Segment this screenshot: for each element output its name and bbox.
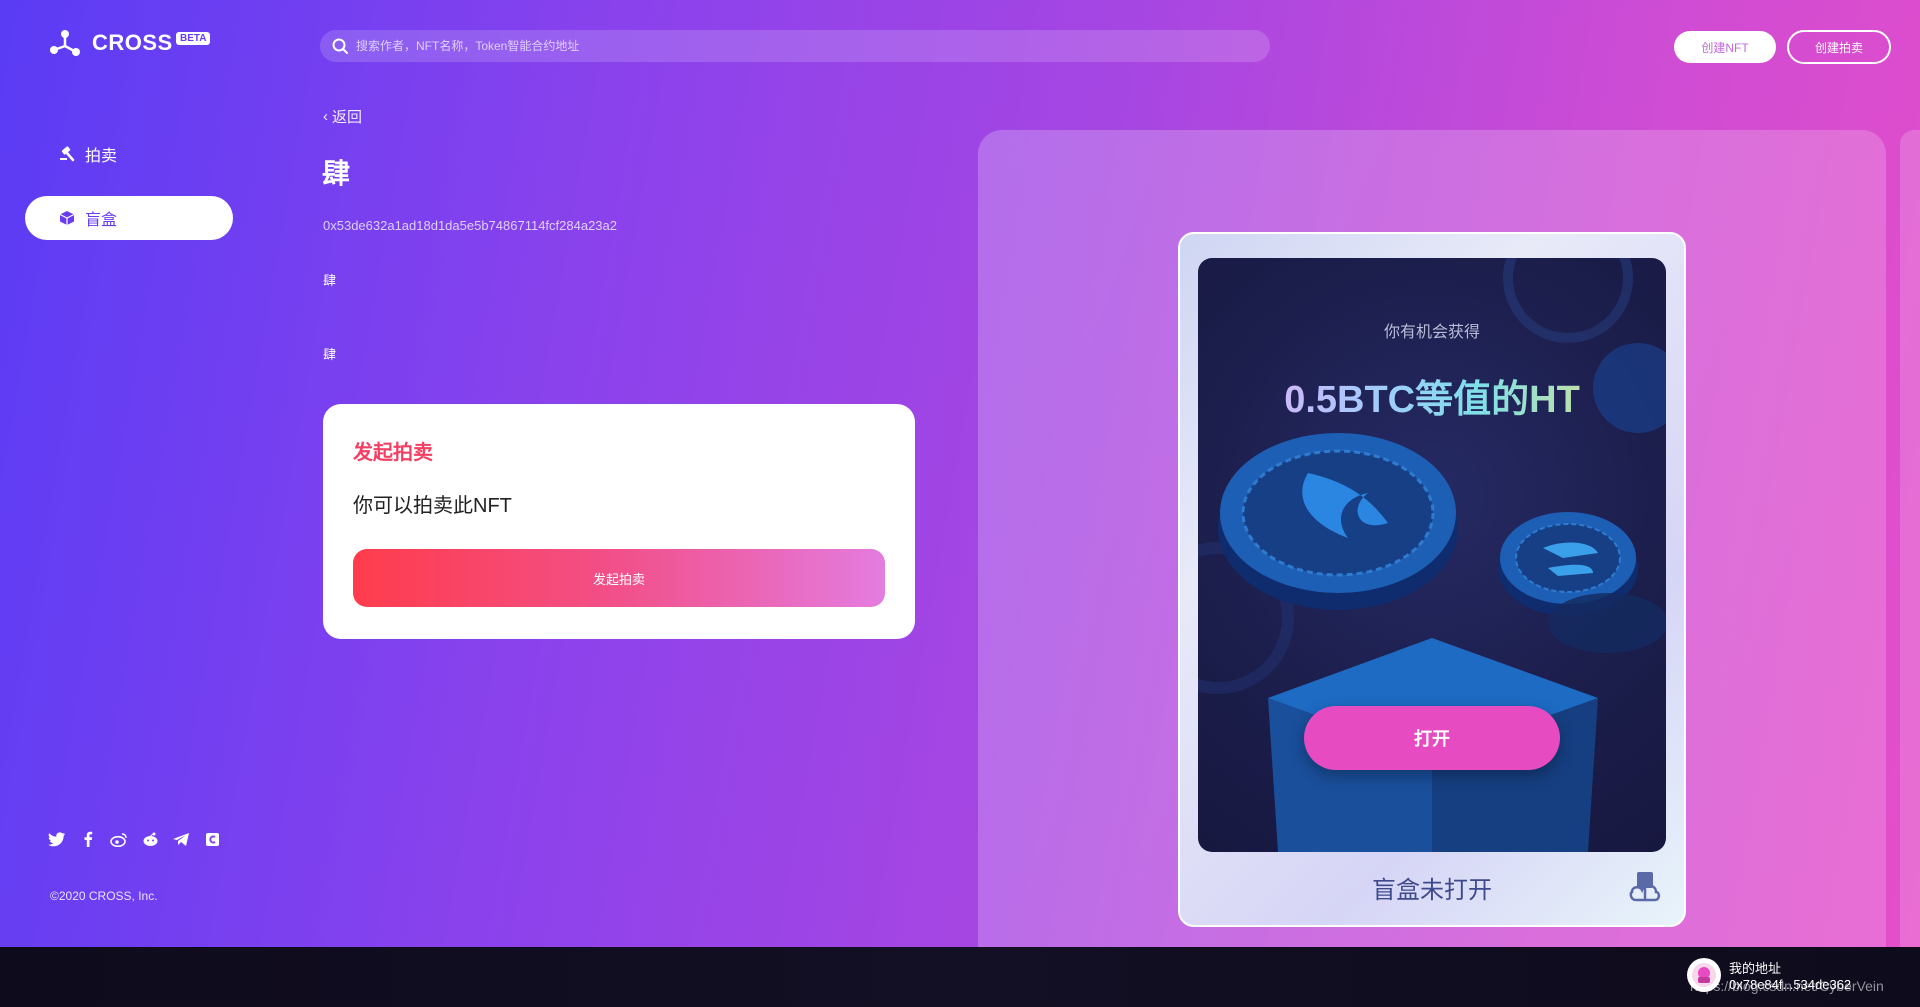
nft-field: 肆 [323,347,337,362]
back-link[interactable]: ‹ 返回 [323,106,362,127]
coinmarket-icon[interactable] [203,830,221,848]
start-auction-button[interactable]: 发起拍卖 [353,549,885,607]
box-status-text: 盲盒未打开 [1372,877,1492,904]
reddit-icon[interactable] [141,830,159,848]
start-auction-card: 发起拍卖 你可以拍卖此NFT 发起拍卖 [323,404,915,639]
chevron-left-icon: ‹ [323,108,328,125]
social-links [48,830,221,848]
telegram-icon[interactable] [172,830,190,848]
wallet-address: 0x78e84f...534de362 [1729,977,1852,992]
cross-logo-icon [50,30,80,56]
open-box-button[interactable]: 打开 [1304,706,1560,770]
avatar-icon [1692,963,1716,987]
prize-text: 0.5BTC等值的HT [1198,368,1666,423]
create-nft-button[interactable]: 创建NFT [1674,31,1776,63]
brand-name: CROSS [92,30,173,55]
nft-title: 肆 [322,158,351,189]
wallet-label: 我的地址 [1729,961,1782,976]
panel-edge [1900,130,1920,1007]
sidebar-item-label: 拍卖 [85,148,118,165]
footer-bar [0,947,1920,1007]
blind-box-card: 你有机会获得 0.5BTC等值的HT 打开 盲盒未打开 [1178,232,1686,927]
gavel-icon [60,146,75,162]
weibo-icon[interactable] [110,830,128,848]
twitter-icon[interactable] [48,830,66,848]
blind-box-artwork: 你有机会获得 0.5BTC等值的HT 打开 [1198,258,1666,852]
copyright-text: ©2020 CROSS, Inc. [50,889,158,903]
nft-field: 肆 [323,273,337,288]
back-label: 返回 [332,109,363,126]
box-icon [59,211,75,225]
beta-badge: BETA [176,32,211,45]
auction-card-heading: 发起拍卖 [353,442,433,464]
facebook-icon[interactable] [79,830,97,848]
sidebar-item-blind-box[interactable]: 盲盒 [25,196,233,240]
search-input[interactable] [356,39,1236,53]
search-icon [332,38,348,54]
download-box-icon[interactable] [1628,870,1662,904]
create-auction-button[interactable]: 创建拍卖 [1787,30,1891,64]
wallet-info[interactable]: 我的地址 0x78e84f...534de362 [1687,958,1851,992]
chance-text: 你有机会获得 [1383,324,1480,341]
brand-logo[interactable]: CROSS BETA [48,28,211,58]
avatar [1687,958,1721,992]
search-bar[interactable] [320,30,1270,62]
nft-contract-address: 0x53de632a1ad18d1da5e5b74867114fcf284a23… [323,218,617,233]
sidebar-item-label: 盲盒 [85,212,118,229]
sidebar-item-auction[interactable]: 拍卖 [25,132,233,176]
auction-card-description: 你可以拍卖此NFT [353,495,512,517]
